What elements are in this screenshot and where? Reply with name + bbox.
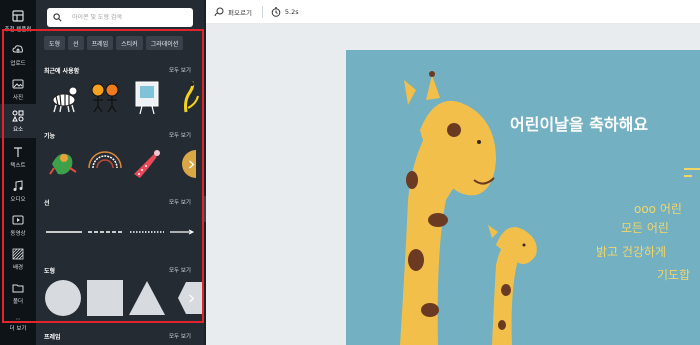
shape-triangle[interactable] (128, 279, 166, 317)
rail-item-photos[interactable]: 사진 (0, 72, 36, 106)
text-icon (14, 146, 22, 157)
editor-window: 추천 템플릿 업로드 사진 요소 텍스트 오디오 동영상 배경 폴더 더 보기 … (0, 0, 700, 345)
design-divider-short (684, 175, 692, 177)
features-next-button[interactable] (186, 157, 196, 171)
category-chips: 도형 선 프레임 스티커 그라데이션 (44, 36, 196, 50)
rail-item-video[interactable]: 동영상 (0, 208, 36, 242)
shape-square[interactable] (86, 279, 124, 317)
search-icon (53, 13, 62, 22)
search-input[interactable] (72, 14, 192, 21)
chip-shapes[interactable]: 도형 (44, 36, 66, 50)
animate-label: 펴오르기 (228, 8, 252, 17)
feature-item-hand[interactable] (128, 144, 166, 182)
rail-item-folder[interactable]: 폴더 (0, 276, 36, 310)
animate-icon (214, 7, 224, 16)
upload-icon (12, 44, 23, 53)
rail-item-upload[interactable]: 업로드 (0, 38, 36, 72)
shapes-next-button[interactable] (186, 291, 196, 305)
toolbar-separator (261, 5, 263, 18)
rail-item-templates[interactable]: 추천 템플릿 (0, 4, 36, 38)
shapes-row (44, 279, 208, 317)
chip-lines[interactable]: 선 (68, 36, 84, 50)
section-title-recent: 최근에 사용함 (44, 68, 80, 75)
section-title-lines: 선 (44, 200, 50, 207)
folder-icon (12, 284, 24, 292)
template-icon (12, 9, 24, 22)
recent-item-zebra-sticker[interactable] (44, 78, 82, 116)
video-icon (12, 215, 24, 224)
feature-item-rainbow-arc[interactable] (86, 144, 124, 182)
chip-stickers[interactable]: 스티커 (116, 36, 143, 50)
giraffe-doodle-illustration (184, 81, 199, 113)
section-title-shapes: 도형 (44, 268, 56, 275)
lines-row (46, 229, 195, 235)
timer-icon (271, 6, 281, 17)
duration-label: 5.2s (284, 7, 299, 16)
design-divider (684, 168, 700, 170)
chevron-right-icon (188, 160, 194, 168)
editor-toolbar: 펴오르기 5.2s (206, 0, 700, 24)
design-text-line-4[interactable]: 기도합 (657, 266, 690, 283)
rail-item-more[interactable]: 더 보기 (0, 312, 36, 336)
design-text-line-3[interactable]: 밝고 건강하게 (596, 243, 666, 260)
design-text-line-1[interactable]: ooo 어린 (634, 200, 682, 217)
see-all-features[interactable]: 모두 보기 (169, 131, 191, 139)
features-row (44, 144, 208, 182)
chevron-right-icon (188, 294, 194, 302)
more-icon (16, 318, 20, 319)
search-box[interactable] (47, 8, 193, 27)
animate-button[interactable]: 펴오르기 (214, 7, 252, 17)
rail-label: 동영상 (10, 230, 26, 237)
rail-item-elements[interactable]: 요소 (0, 104, 36, 138)
rail-label: 배경 (12, 264, 24, 271)
section-title-features: 기능 (44, 133, 56, 140)
recent-item-giraffe-sticker[interactable] (170, 78, 208, 116)
rail-item-background[interactable]: 배경 (0, 242, 36, 276)
see-all-frames[interactable]: 모두 보기 (169, 332, 191, 340)
recent-item-kids-sticker[interactable] (86, 78, 124, 116)
see-all-recent[interactable]: 모두 보기 (169, 66, 191, 74)
circle-shape (45, 280, 81, 316)
giraffe-illustration (400, 71, 537, 345)
duration-button[interactable]: 5.2s (271, 6, 299, 17)
shape-circle[interactable] (44, 279, 82, 317)
left-rail: 추천 템플릿 업로드 사진 요소 텍스트 오디오 동영상 배경 폴더 더 보기 (0, 0, 36, 345)
rail-label: 폴더 (12, 298, 24, 305)
elements-icon (12, 110, 24, 121)
rail-label: 사진 (12, 94, 24, 101)
rail-item-text[interactable]: 텍스트 (0, 140, 36, 174)
rail-label: 추천 템플릿 (4, 26, 32, 33)
rail-label: 더 보기 (9, 325, 27, 332)
pointing-hand-illustration (134, 150, 160, 178)
see-all-lines[interactable]: 모두 보기 (169, 198, 191, 206)
frame-illustration (135, 81, 159, 115)
audio-icon (13, 179, 23, 191)
square-shape (87, 280, 123, 316)
rail-label: 업로드 (10, 60, 26, 67)
recent-item-frame-sticker[interactable] (128, 78, 166, 116)
kids-illustration (91, 83, 119, 113)
zebra-illustration (52, 86, 78, 113)
photo-icon (12, 79, 24, 88)
recent-row (44, 78, 208, 116)
rail-label: 텍스트 (10, 162, 26, 169)
design-headline[interactable]: 어린이날을 축하해요 (510, 111, 648, 135)
background-icon (12, 248, 24, 259)
section-title-frames: 프레임 (44, 334, 61, 341)
rail-label: 오디오 (10, 196, 26, 203)
see-all-shapes[interactable]: 모두 보기 (169, 266, 191, 274)
rail-label: 요소 (12, 126, 24, 133)
chip-frames[interactable]: 프레임 (86, 36, 114, 50)
design-page[interactable] (346, 50, 700, 345)
dancer-illustration (49, 153, 77, 175)
triangle-shape (129, 281, 165, 315)
arc-illustration (88, 151, 122, 169)
chip-gradients[interactable]: 그라데이션 (145, 36, 184, 50)
design-text-line-2[interactable]: 모든 어린 (621, 219, 669, 236)
feature-item-dancer[interactable] (44, 144, 82, 182)
rail-item-audio[interactable]: 오디오 (0, 174, 36, 208)
